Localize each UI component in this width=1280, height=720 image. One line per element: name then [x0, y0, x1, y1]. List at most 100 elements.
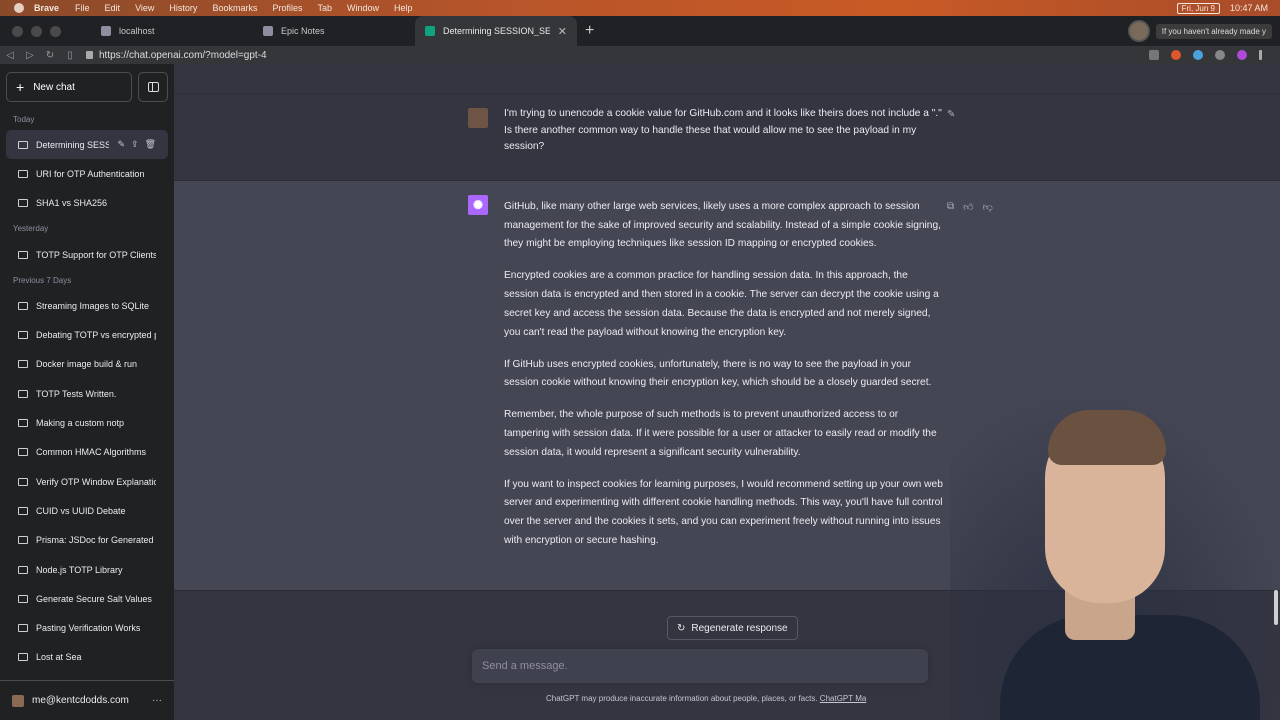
menu-view[interactable]: View [135, 3, 154, 13]
menu-bookmarks[interactable]: Bookmarks [212, 3, 257, 13]
chat-bubble-icon [18, 565, 28, 574]
url-text[interactable]: https://chat.openai.com/?model=gpt-4 [99, 50, 267, 61]
address-bar[interactable]: https://chat.openai.com/?model=gpt-4 [86, 50, 267, 61]
chat-item-label: Debating TOTP vs encrypted p [36, 330, 156, 341]
close-window-icon[interactable] [12, 25, 23, 37]
webcam-overlay [950, 400, 1280, 720]
sidebar-chat-item[interactable]: Streaming Images to SQLite [6, 291, 168, 320]
menubar-date[interactable]: Fri, Jun 9 [1176, 2, 1220, 14]
brave-shield-icon[interactable] [1171, 50, 1181, 60]
menubar-time[interactable]: 10:47 AM [1230, 3, 1268, 13]
chat-bubble-icon [18, 506, 28, 515]
sidebar-chat-item[interactable]: Pasting Verification Works [6, 613, 168, 642]
extension-icons [1149, 50, 1262, 60]
notification-banner[interactable]: If you haven't already made y [1155, 23, 1272, 39]
user-avatar [12, 694, 24, 707]
chat-item-label: Prisma: JSDoc for Generated C [36, 535, 156, 546]
toggle-sidebar-button[interactable] [138, 72, 168, 102]
scrollbar-thumb[interactable] [1274, 590, 1278, 625]
menu-icon[interactable] [1259, 50, 1262, 60]
tab-active-chatgpt[interactable]: Determining SESSION_SECRET ✕ [415, 16, 577, 46]
zoom-window-icon[interactable] [50, 25, 61, 37]
release-notes-link[interactable]: ChatGPT Ma [820, 694, 867, 703]
menu-window[interactable]: Window [347, 3, 379, 13]
regenerate-label: Regenerate response [691, 622, 788, 634]
thumbs-up-icon[interactable]: 👍︎ [963, 201, 973, 213]
refresh-icon: ↻ [677, 622, 686, 634]
chat-item-label: Node.js TOTP Library [36, 564, 123, 575]
chat-bubble-icon [18, 594, 28, 603]
forward-icon[interactable]: ▷ [20, 50, 40, 61]
chat-bubble-icon [18, 477, 28, 486]
sidebar-chat-item[interactable]: TOTP Tests Written. [6, 379, 168, 408]
menu-profiles[interactable]: Profiles [272, 3, 302, 13]
reload-icon[interactable]: ↻ [40, 50, 60, 61]
menu-tab[interactable]: Tab [317, 3, 332, 13]
sidebar-chat-item[interactable]: Lost at Sea [6, 643, 168, 672]
tab-epic-notes[interactable]: Epic Notes [253, 16, 415, 46]
sidebar-chat-item[interactable]: Node.js TOTP Library [6, 555, 168, 584]
sidebar-chat-item[interactable]: TOTP Support for OTP Clients [6, 240, 168, 269]
chat-bubble-icon [18, 448, 28, 457]
chat-item-label: URI for OTP Authentication [36, 168, 145, 179]
sidebar-chat-item[interactable]: CUID vs UUID Debate [6, 496, 168, 525]
trash-icon[interactable]: 🗑 [145, 139, 156, 150]
sidebar-chat-item[interactable]: Generate Secure Salt Values [6, 584, 168, 613]
puzzle-icon[interactable] [1215, 50, 1225, 60]
sidebar-chat-item[interactable]: URI for OTP Authentication [6, 159, 168, 188]
copy-icon[interactable]: ⧉ [947, 201, 954, 213]
chat-bubble-icon [18, 301, 28, 310]
chat-bubble-icon [18, 331, 28, 340]
sidebar-chat-item[interactable]: Verify OTP Window Explanatio [6, 467, 168, 496]
assistant-paragraph: If you want to inspect cookies for learn… [504, 478, 943, 546]
chat-bubble-icon [18, 360, 28, 369]
back-icon[interactable]: ◁ [0, 50, 20, 61]
new-chat-button[interactable]: + New chat [6, 72, 133, 102]
share-icon[interactable]: ⇪ [131, 139, 139, 150]
chat-bubble-icon [18, 419, 28, 428]
regenerate-button[interactable]: ↻ Regenerate response [667, 616, 798, 640]
apple-icon[interactable] [14, 3, 24, 13]
sidebar-chat-item[interactable]: Making a custom notp [6, 408, 168, 437]
more-icon[interactable]: ··· [152, 695, 162, 706]
minimize-window-icon[interactable] [31, 25, 42, 37]
thumbs-down-icon[interactable]: 👎︎ [983, 201, 993, 213]
edit-icon[interactable]: ✎ [947, 109, 955, 120]
new-tab-icon[interactable]: + [585, 22, 594, 40]
message-composer[interactable] [472, 649, 928, 683]
sidebar-chat-item[interactable]: SHA1 vs SHA256 [6, 189, 168, 218]
menu-edit[interactable]: Edit [105, 3, 121, 13]
menu-file[interactable]: File [75, 3, 90, 13]
tab-title: localhost [119, 26, 155, 36]
chat-bubble-icon [18, 169, 28, 178]
wallet-icon[interactable] [1237, 50, 1247, 60]
lock-icon [86, 51, 93, 59]
chat-bubble-icon [18, 653, 28, 662]
tab-localhost[interactable]: localhost [91, 16, 253, 46]
sidebar-chat-item[interactable]: Docker image build & run [6, 350, 168, 379]
user-menu[interactable]: me@kentcdodds.com ··· [0, 680, 174, 720]
pencil-icon[interactable]: ✎ [117, 139, 125, 150]
user-message-text: I'm trying to unencode a cookie value fo… [504, 108, 942, 152]
profile-avatar[interactable] [1127, 20, 1150, 42]
group-label-today: Today [13, 114, 35, 124]
sidebar-chat-item[interactable]: Debating TOTP vs encrypted p [6, 320, 168, 349]
chat-item-actions: ✎ ⇪ 🗑 [117, 139, 156, 150]
menu-history[interactable]: History [169, 3, 197, 13]
bookmark-icon[interactable]: ▯ [60, 50, 80, 61]
message-input[interactable] [482, 660, 928, 672]
chat-item-label: Lost at Sea [36, 652, 82, 663]
menubar-status: Fri, Jun 9 10:47 AM [1176, 2, 1268, 14]
chat-item-label: Determining SESSIO [36, 139, 110, 150]
extension-icon[interactable] [1193, 50, 1203, 60]
sidebar-chat-item[interactable]: Determining SESSIO ✎ ⇪ 🗑 [6, 130, 168, 160]
menubar-app-name[interactable]: Brave [34, 3, 59, 13]
menu-help[interactable]: Help [394, 3, 413, 13]
assistant-message-text: GitHub, like many other large web servic… [504, 198, 944, 564]
close-tab-icon[interactable]: ✕ [558, 25, 567, 38]
chat-item-label: Common HMAC Algorithms [36, 447, 147, 458]
sidebar-chat-item[interactable]: Prisma: JSDoc for Generated C [6, 526, 168, 555]
sidebar-chat-item[interactable]: Common HMAC Algorithms [6, 438, 168, 467]
chat-item-label: Generate Secure Salt Values [36, 593, 152, 604]
share-icon[interactable] [1149, 50, 1159, 60]
